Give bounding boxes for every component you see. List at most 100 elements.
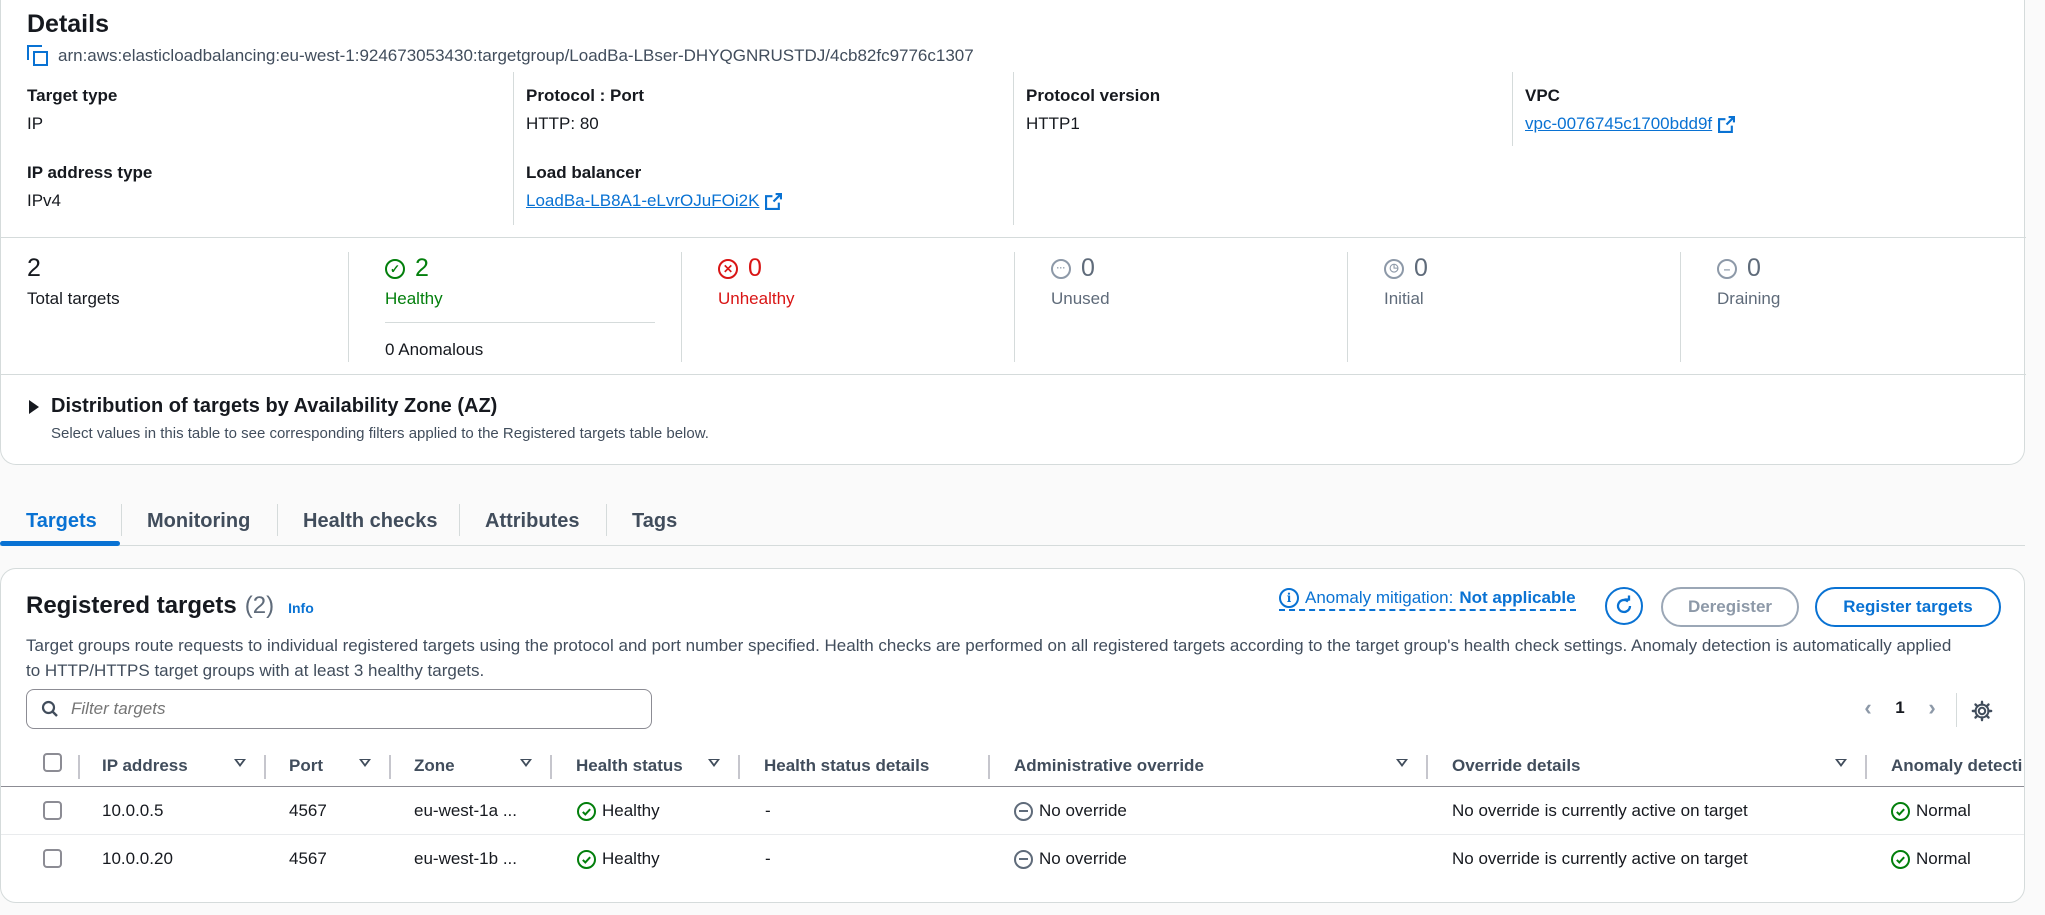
az-distribution-toggle[interactable]: Distribution of targets by Availability … bbox=[29, 395, 497, 418]
draining-count[interactable]: – 0 Draining bbox=[1717, 254, 1780, 309]
tabs-baseline bbox=[0, 545, 2025, 546]
sort-caret-icon[interactable] bbox=[520, 759, 532, 767]
vpc-link[interactable]: vpc-0076745c1700bdd9f bbox=[1525, 114, 1736, 134]
tab-monitoring[interactable]: Monitoring bbox=[147, 498, 250, 544]
column-header-administrative-override[interactable]: Administrative override bbox=[1014, 745, 1204, 787]
deregister-button[interactable]: Deregister bbox=[1661, 587, 1799, 627]
load-balancer-link[interactable]: LoadBa-LB8A1-eLvrOJuFOi2K bbox=[526, 191, 783, 211]
health-status-details-cell: - bbox=[765, 849, 771, 868]
column-header-zone[interactable]: Zone bbox=[414, 745, 455, 787]
az-distribution-title[interactable]: Distribution of targets by Availability … bbox=[51, 395, 497, 418]
info-icon: i bbox=[1279, 588, 1299, 608]
chevron-left-icon[interactable]: ‹ bbox=[1851, 691, 1885, 725]
ip-address-type-label: IP address type bbox=[27, 163, 153, 182]
vpc-field: VPC vpc-0076745c1700bdd9f bbox=[1525, 86, 1736, 134]
select-all-checkbox[interactable] bbox=[43, 753, 62, 772]
minus-circle-icon bbox=[1014, 801, 1033, 821]
section-divider bbox=[1, 237, 2026, 238]
tab-targets[interactable]: Targets bbox=[26, 498, 97, 544]
load-balancer-value[interactable]: LoadBa-LB8A1-eLvrOJuFOi2K bbox=[526, 191, 759, 211]
registered-targets-title: Registered targets bbox=[26, 592, 237, 619]
minus-circle-icon: – bbox=[1717, 258, 1737, 279]
page-number[interactable]: 1 bbox=[1885, 698, 1915, 718]
tab-separator bbox=[277, 504, 278, 536]
chevron-right-icon[interactable]: › bbox=[1915, 691, 1949, 725]
divider bbox=[1013, 72, 1014, 225]
pagination: ‹ 1 › bbox=[1851, 691, 1949, 725]
column-header-health-status[interactable]: Health status bbox=[576, 745, 683, 787]
minus-circle-icon bbox=[1014, 849, 1033, 869]
health-status-value: Healthy bbox=[602, 801, 660, 820]
port-cell: 4567 bbox=[289, 849, 327, 868]
draining-value[interactable]: 0 bbox=[1747, 254, 1761, 283]
unhealthy-count[interactable]: ✕ 0 Unhealthy bbox=[718, 254, 795, 309]
total-targets-label: Total targets bbox=[27, 289, 120, 308]
column-header-ip-address[interactable]: IP address bbox=[102, 745, 188, 787]
anomaly-mitigation-label[interactable]: Anomaly mitigation: bbox=[1305, 588, 1453, 608]
registered-targets-panel: Registered targets (2) Info i Anomaly mi… bbox=[0, 568, 2025, 903]
divider bbox=[681, 252, 682, 362]
unused-count[interactable]: ··· 0 Unused bbox=[1051, 254, 1110, 309]
external-link-icon bbox=[1718, 115, 1736, 133]
sort-caret-icon[interactable] bbox=[359, 759, 371, 767]
healthy-value[interactable]: 2 bbox=[415, 254, 429, 283]
row-checkbox[interactable] bbox=[43, 801, 62, 820]
protocol-version-label: Protocol version bbox=[1026, 86, 1161, 105]
initial-count[interactable]: ◷ 0 Initial bbox=[1384, 254, 1428, 309]
details-title: Details bbox=[27, 10, 109, 38]
divider bbox=[385, 322, 655, 323]
column-separator bbox=[264, 755, 266, 779]
column-header-override-details[interactable]: Override details bbox=[1452, 745, 1581, 787]
port-cell: 4567 bbox=[289, 801, 327, 820]
filter-targets-field[interactable] bbox=[26, 689, 652, 729]
divider bbox=[1347, 252, 1348, 362]
load-balancer-field: Load balancer LoadBa-LB8A1-eLvrOJuFOi2K bbox=[526, 163, 783, 211]
initial-value[interactable]: 0 bbox=[1414, 254, 1428, 283]
sort-caret-icon[interactable] bbox=[708, 759, 720, 767]
refresh-button[interactable] bbox=[1605, 587, 1643, 625]
sort-caret-icon[interactable] bbox=[234, 759, 246, 767]
total-targets-count: 2 Total targets bbox=[27, 254, 120, 309]
sort-caret-icon[interactable] bbox=[1396, 759, 1408, 767]
row-checkbox[interactable] bbox=[43, 849, 62, 868]
column-header-port[interactable]: Port bbox=[289, 745, 323, 787]
ip-address-type-value: IPv4 bbox=[27, 191, 62, 210]
unused-label: Unused bbox=[1051, 289, 1110, 308]
unused-value[interactable]: 0 bbox=[1081, 254, 1095, 283]
ip-address-cell: 10.0.0.20 bbox=[102, 849, 173, 868]
zone-cell: eu-west-1a ... bbox=[414, 801, 517, 820]
anomaly-detection-value: Normal bbox=[1916, 801, 1971, 820]
column-separator bbox=[550, 755, 552, 779]
protocol-version-field: Protocol version HTTP1 bbox=[1026, 86, 1160, 134]
column-separator bbox=[1426, 755, 1428, 779]
active-tab-indicator bbox=[0, 541, 120, 546]
anomaly-mitigation-value[interactable]: Not applicable bbox=[1459, 588, 1575, 608]
copy-icon[interactable] bbox=[27, 45, 49, 67]
column-header-anomaly-detection[interactable]: Anomaly detecti bbox=[1891, 745, 2022, 787]
divider bbox=[348, 252, 349, 362]
divider bbox=[513, 72, 514, 225]
target-type-label: Target type bbox=[27, 86, 118, 105]
healthy-label: Healthy bbox=[385, 289, 443, 308]
healthy-count[interactable]: ✓ 2 Healthy bbox=[385, 254, 443, 309]
gear-icon[interactable] bbox=[1971, 700, 1993, 722]
sort-caret-icon[interactable] bbox=[1835, 759, 1847, 767]
registered-targets-count: (2) bbox=[244, 592, 275, 619]
table-row: 10.0.0.5 4567 eu-west-1a ... Healthy - N… bbox=[1, 787, 2024, 835]
tab-attributes[interactable]: Attributes bbox=[485, 498, 579, 544]
clock-icon: ◷ bbox=[1384, 258, 1404, 279]
register-targets-button[interactable]: Register targets bbox=[1815, 587, 2001, 627]
load-balancer-label: Load balancer bbox=[526, 163, 642, 182]
unhealthy-value[interactable]: 0 bbox=[748, 254, 762, 283]
ip-address-cell: 10.0.0.5 bbox=[102, 801, 164, 820]
anomaly-mitigation-link[interactable]: i Anomaly mitigation: Not applicable bbox=[1279, 588, 1576, 611]
administrative-override-value: No override bbox=[1039, 801, 1127, 820]
anomalous-count[interactable]: 0 Anomalous bbox=[385, 340, 483, 360]
initial-label: Initial bbox=[1384, 289, 1424, 308]
tab-tags[interactable]: Tags bbox=[632, 498, 677, 544]
info-link[interactable]: Info bbox=[288, 600, 314, 616]
tab-health-checks[interactable]: Health checks bbox=[303, 498, 438, 544]
vpc-value[interactable]: vpc-0076745c1700bdd9f bbox=[1525, 114, 1712, 134]
filter-targets-input[interactable] bbox=[71, 699, 631, 719]
details-panel: Details arn:aws:elasticloadbalancing:eu-… bbox=[0, 0, 2026, 465]
